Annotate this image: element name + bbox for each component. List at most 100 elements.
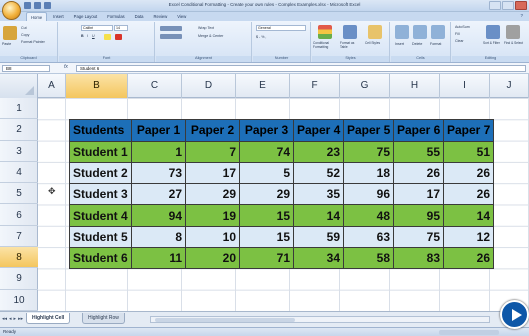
- student-name-cell[interactable]: Student 3: [69, 183, 132, 206]
- score-cell[interactable]: 15: [239, 204, 294, 227]
- score-cell[interactable]: 5: [239, 161, 294, 185]
- column-header-i[interactable]: I: [440, 74, 490, 98]
- font-name-combo[interactable]: Calibri: [81, 25, 113, 31]
- currency-icon[interactable]: $ - % ,: [256, 35, 266, 39]
- format-painter-button[interactable]: Format Painter: [21, 40, 45, 44]
- score-cell[interactable]: 58: [343, 247, 394, 270]
- row-header-10[interactable]: 10: [0, 290, 38, 311]
- conditional-formatting-button[interactable]: Conditional Formatting: [313, 41, 339, 49]
- score-cell[interactable]: 26: [443, 161, 494, 185]
- score-cell[interactable]: 15: [239, 225, 294, 249]
- find-select-button[interactable]: Find & Select: [504, 41, 526, 46]
- tab-page-layout[interactable]: Page Layout: [70, 12, 102, 21]
- score-cell[interactable]: 48: [343, 204, 394, 227]
- cell-styles-icon[interactable]: [368, 25, 382, 39]
- fill-color-icon[interactable]: [104, 34, 111, 40]
- score-cell[interactable]: 51: [443, 140, 494, 163]
- header-cell[interactable]: Paper 1: [131, 119, 186, 142]
- sheet-tab-highlight-row[interactable]: Highlight Row: [82, 313, 125, 324]
- maximize-button[interactable]: [502, 1, 514, 10]
- fill-button[interactable]: Fill: [455, 32, 460, 36]
- score-cell[interactable]: 19: [185, 204, 240, 227]
- number-format-combo[interactable]: General: [256, 25, 306, 31]
- row-header-5[interactable]: 5: [0, 183, 38, 205]
- student-name-cell[interactable]: Student 6: [69, 247, 132, 270]
- prev-sheet-icon[interactable]: ◂: [9, 316, 12, 322]
- column-header-f[interactable]: F: [290, 74, 340, 98]
- help-icon[interactable]: ?: [520, 13, 523, 18]
- insert-cells-icon[interactable]: [395, 25, 409, 39]
- sort-filter-button[interactable]: Sort & Filter: [483, 41, 503, 46]
- tab-formulas[interactable]: Formulas: [103, 12, 128, 21]
- zoom-slider[interactable]: [439, 330, 499, 335]
- font-size-combo[interactable]: 14: [114, 25, 128, 31]
- score-cell[interactable]: 34: [293, 247, 344, 270]
- row-header-1[interactable]: 1: [0, 98, 38, 120]
- last-sheet-icon[interactable]: ▸▸: [18, 316, 23, 322]
- row-header-6[interactable]: 6: [0, 205, 38, 226]
- select-all-button[interactable]: [0, 74, 38, 98]
- header-cell[interactable]: Paper 5: [343, 119, 394, 142]
- tab-insert[interactable]: Insert: [49, 12, 67, 21]
- column-header-b[interactable]: B: [66, 74, 128, 98]
- score-cell[interactable]: 17: [393, 183, 444, 206]
- column-header-a[interactable]: A: [38, 74, 66, 98]
- score-cell[interactable]: 63: [343, 225, 394, 249]
- score-cell[interactable]: 55: [393, 140, 444, 163]
- underline-icon[interactable]: U: [92, 34, 95, 38]
- minimize-button[interactable]: [489, 1, 501, 10]
- format-cells-icon[interactable]: [431, 25, 445, 39]
- score-cell[interactable]: 71: [239, 247, 294, 270]
- formula-input[interactable]: Student 6: [76, 65, 526, 72]
- wrap-text-button[interactable]: Wrap Text: [198, 26, 214, 30]
- font-color-icon[interactable]: [115, 34, 122, 40]
- align-left-icon[interactable]: [160, 34, 182, 39]
- row-header-2[interactable]: 2: [0, 119, 38, 141]
- score-cell[interactable]: 14: [293, 204, 344, 227]
- score-cell[interactable]: 29: [239, 183, 294, 206]
- cut-button[interactable]: Cut: [21, 26, 27, 30]
- score-cell[interactable]: 75: [343, 140, 394, 163]
- conditional-formatting-icon[interactable]: [318, 25, 332, 39]
- paste-button[interactable]: Paste: [2, 42, 11, 46]
- column-header-h[interactable]: H: [390, 74, 440, 98]
- score-cell[interactable]: 75: [393, 225, 444, 249]
- format-button[interactable]: Format: [430, 42, 441, 46]
- column-header-j[interactable]: J: [490, 74, 529, 98]
- score-cell[interactable]: 52: [293, 161, 344, 185]
- merge-center-button[interactable]: Merge & Center: [198, 34, 223, 38]
- align-top-icon[interactable]: [160, 26, 182, 31]
- format-as-table-icon[interactable]: [343, 25, 357, 39]
- score-cell[interactable]: 96: [343, 183, 394, 206]
- column-header-d[interactable]: D: [182, 74, 236, 98]
- row-header-3[interactable]: 3: [0, 141, 38, 162]
- next-sheet-icon[interactable]: ▸: [14, 316, 17, 322]
- score-cell[interactable]: 94: [131, 204, 186, 227]
- office-button[interactable]: [2, 1, 21, 20]
- horizontal-scrollbar[interactable]: [150, 316, 490, 323]
- header-cell[interactable]: Students: [69, 119, 132, 142]
- tab-view[interactable]: View: [173, 12, 190, 21]
- tab-home[interactable]: Home: [26, 12, 48, 21]
- score-cell[interactable]: 1: [131, 140, 186, 163]
- score-cell[interactable]: 26: [443, 183, 494, 206]
- score-cell[interactable]: 14: [443, 204, 494, 227]
- student-name-cell[interactable]: Student 4: [69, 204, 132, 227]
- score-cell[interactable]: 73: [131, 161, 186, 185]
- student-name-cell[interactable]: Student 2: [69, 161, 132, 185]
- score-cell[interactable]: 59: [293, 225, 344, 249]
- tab-review[interactable]: Review: [150, 12, 172, 21]
- insert-button[interactable]: Insert: [395, 42, 404, 46]
- autosum-button[interactable]: AutoSum: [455, 25, 470, 29]
- score-cell[interactable]: 74: [239, 140, 294, 163]
- column-header-g[interactable]: G: [340, 74, 390, 98]
- tab-data[interactable]: Data: [131, 12, 148, 21]
- header-cell[interactable]: Paper 2: [185, 119, 240, 142]
- worksheet-grid[interactable]: Students Paper 1 Paper 2 Paper 3 Paper 4 Pape…: [38, 98, 529, 311]
- score-cell[interactable]: 11: [131, 247, 186, 270]
- score-cell[interactable]: 8: [131, 225, 186, 249]
- row-header-9[interactable]: 9: [0, 268, 38, 290]
- delete-button[interactable]: Delete: [412, 42, 422, 46]
- format-as-table-button[interactable]: Format as Table: [340, 41, 362, 49]
- header-cell[interactable]: Paper 7: [443, 119, 494, 142]
